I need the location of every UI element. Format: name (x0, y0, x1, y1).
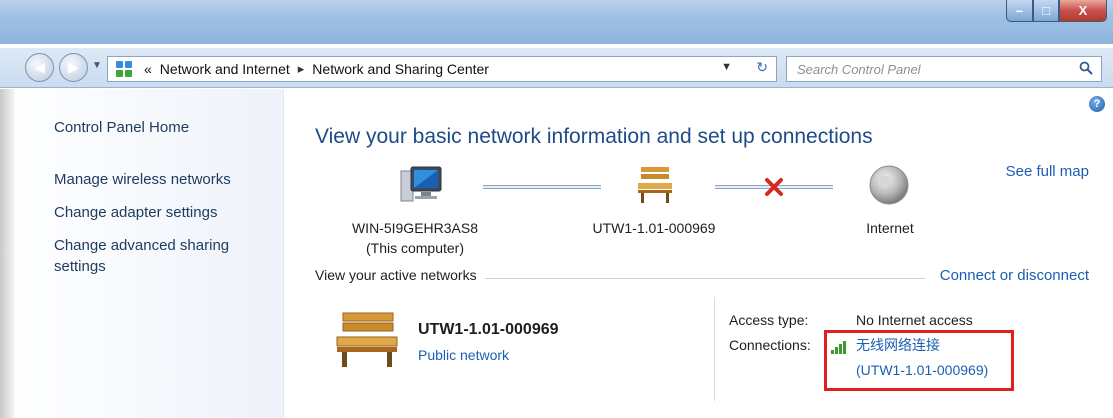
address-dropdown-icon[interactable]: ▼ (721, 61, 732, 73)
sidebar-item-manage-wireless[interactable]: Manage wireless networks (54, 169, 231, 190)
connection-line-1 (483, 185, 601, 189)
window-controls: – □ X (1006, 0, 1107, 24)
sidebar-item-advanced-sharing-cont[interactable]: settings (54, 256, 106, 277)
forward-arrow-icon: ▶ (68, 59, 79, 75)
sidebar-item-adapter-settings[interactable]: Change adapter settings (54, 202, 217, 223)
highlight-box (824, 330, 1014, 391)
breadcrumb-separator-icon[interactable]: ▸ (298, 61, 305, 77)
recent-pages-dropdown[interactable]: ▼ (92, 60, 102, 71)
address-bar[interactable]: « Network and Internet ▸ Network and Sha… (107, 56, 777, 82)
search-box[interactable] (786, 56, 1102, 82)
minimize-button[interactable]: – (1006, 0, 1033, 22)
navigation-bar: ◀ ▶ ▼ « Network and Internet ▸ Network a… (0, 48, 1113, 88)
sidebar-item-advanced-sharing[interactable]: Change advanced sharing (54, 235, 229, 256)
sidebar-item-control-panel-home[interactable]: Control Panel Home (54, 117, 189, 138)
network-type-link[interactable]: Public network (418, 347, 509, 363)
computer-icon[interactable] (399, 165, 443, 207)
network-bench-icon[interactable] (635, 165, 675, 205)
access-type-label: Access type: (729, 312, 809, 328)
search-icon[interactable] (1079, 61, 1093, 75)
network-node-label: UTW1-1.01-000969 (592, 220, 716, 236)
main-content: ? View your basic network information an… (285, 89, 1113, 418)
forward-button[interactable]: ▶ (59, 53, 88, 82)
active-networks-heading: View your active networks (315, 267, 485, 283)
computer-node-label: WIN-5I9GEHR3AS8 (This computer) (330, 218, 500, 258)
internet-node-label: Internet (866, 220, 914, 236)
active-network-name: UTW1-1.01-000969 (418, 321, 559, 338)
back-arrow-icon: ◀ (34, 59, 45, 75)
breadcrumb-overflow[interactable]: « (144, 61, 152, 77)
active-network-bench-icon (336, 312, 398, 367)
vertical-divider (714, 297, 715, 401)
maximize-icon: □ (1042, 3, 1050, 18)
close-icon: X (1078, 3, 1088, 18)
page-title: View your basic network information and … (315, 125, 873, 148)
maximize-button[interactable]: □ (1033, 0, 1059, 22)
window-edge (0, 89, 14, 418)
sidebar: Control Panel Home Manage wireless netwo… (0, 89, 284, 418)
close-button[interactable]: X (1059, 0, 1107, 22)
search-input[interactable] (797, 61, 1067, 77)
breadcrumb-network-and-internet[interactable]: Network and Internet (160, 61, 290, 77)
help-icon[interactable]: ? (1089, 96, 1105, 112)
connections-label: Connections: (729, 337, 811, 353)
breadcrumb-network-sharing-center[interactable]: Network and Sharing Center (312, 61, 489, 77)
network-center-icon (114, 59, 136, 79)
refresh-icon[interactable]: ↻ (756, 59, 768, 76)
title-bar: – □ X (0, 0, 1113, 44)
computer-name: WIN-5I9GEHR3AS8 (351, 220, 479, 236)
access-type-value: No Internet access (856, 312, 973, 328)
connect-or-disconnect-link[interactable]: Connect or disconnect (933, 267, 1089, 284)
minimize-icon: – (1015, 3, 1024, 18)
see-full-map-link[interactable]: See full map (1006, 163, 1089, 180)
computer-subtitle: (This computer) (365, 240, 465, 256)
internet-globe-icon[interactable] (867, 163, 911, 207)
back-button[interactable]: ◀ (25, 53, 54, 82)
disconnected-x-icon[interactable] (764, 177, 784, 197)
